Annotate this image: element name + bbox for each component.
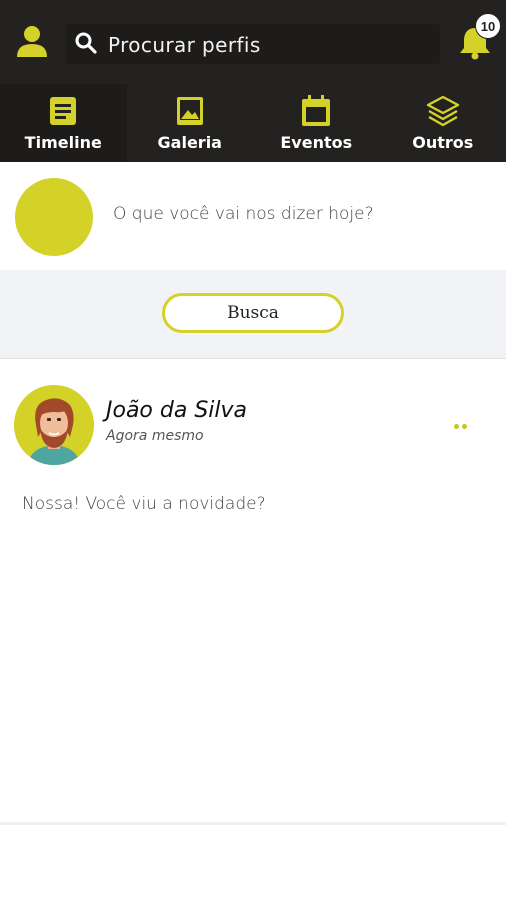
tab-label: Galeria [157, 133, 222, 152]
post-author[interactable]: João da Silva [106, 398, 247, 423]
user-icon[interactable] [16, 24, 48, 58]
tab-timeline[interactable]: Timeline [0, 84, 127, 162]
layers-icon [426, 95, 459, 127]
image-icon [176, 97, 203, 125]
divider [0, 822, 506, 825]
tab-label: Timeline [24, 133, 102, 152]
post-composer: O que você vai nos dizer hoje? [0, 162, 506, 270]
person-avatar-illustration [14, 385, 94, 465]
app-header: 10 Timeline Galeria [0, 0, 506, 162]
post-body: Nossa! Você viu a novidade? [22, 494, 266, 514]
search-box[interactable] [66, 24, 440, 66]
avatar[interactable] [15, 178, 93, 256]
tab-label: Eventos [280, 133, 353, 152]
search-input[interactable] [106, 24, 430, 66]
composer-prompt[interactable]: O que você vai nos dizer hoje? [113, 204, 374, 224]
document-icon [50, 97, 77, 125]
more-options-icon[interactable] [450, 418, 474, 434]
notification-badge: 10 [475, 13, 501, 39]
post-timestamp: Agora mesmo [106, 428, 204, 444]
busca-button[interactable]: Busca [162, 293, 344, 333]
search-band: Busca [0, 270, 506, 359]
calendar-icon [302, 95, 331, 126]
search-icon [75, 32, 97, 54]
tab-outros[interactable]: Outros [380, 84, 506, 162]
tab-label: Outros [412, 133, 474, 152]
tab-bar: Timeline Galeria Eventos Outros [0, 84, 506, 162]
tab-galeria[interactable]: Galeria [127, 84, 254, 162]
tab-eventos[interactable]: Eventos [253, 84, 380, 162]
author-avatar[interactable] [14, 385, 94, 465]
